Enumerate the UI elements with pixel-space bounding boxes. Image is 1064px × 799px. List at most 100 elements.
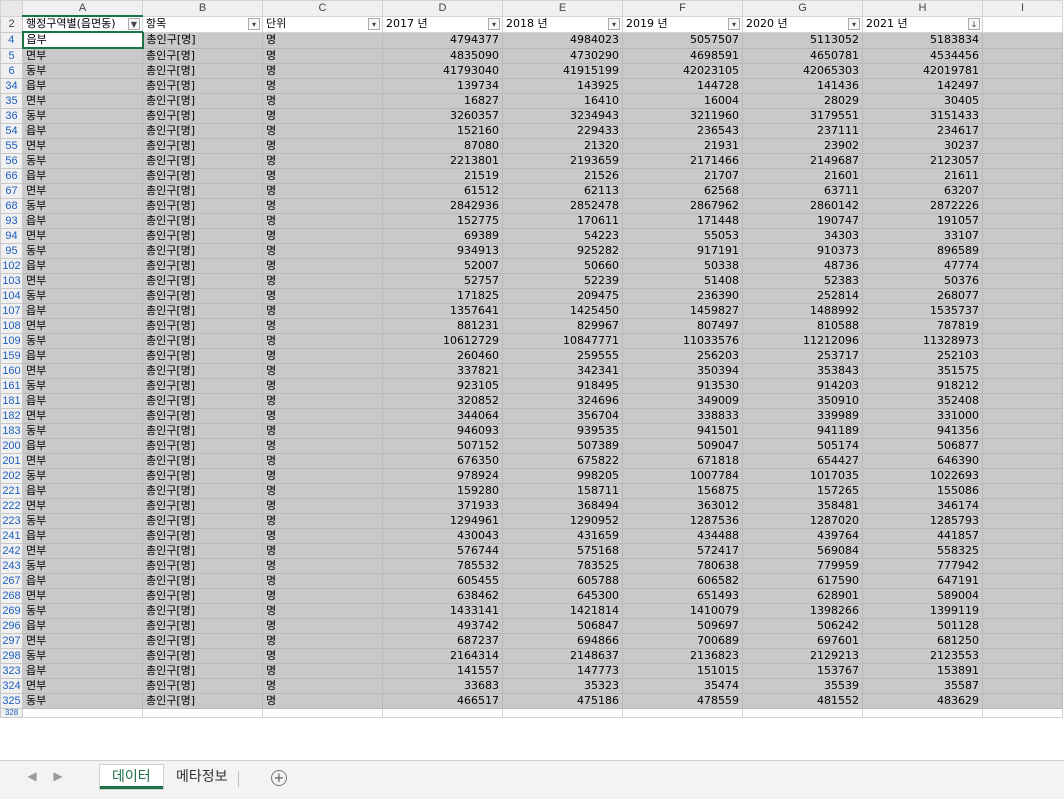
- data-cell[interactable]: 156875: [622, 483, 743, 499]
- tab-metadata[interactable]: 메타정보: [164, 765, 240, 789]
- empty-cell[interactable]: [982, 78, 1063, 94]
- data-cell[interactable]: 941356: [862, 423, 983, 439]
- data-cell[interactable]: 면부: [22, 273, 143, 289]
- row-number[interactable]: 269: [0, 603, 23, 619]
- data-cell[interactable]: 941501: [622, 423, 743, 439]
- data-cell[interactable]: 505174: [742, 438, 863, 454]
- data-cell[interactable]: 923105: [382, 378, 503, 394]
- data-cell[interactable]: 총인구[명]: [142, 228, 263, 244]
- data-cell[interactable]: 명: [262, 348, 383, 364]
- data-cell[interactable]: 명: [262, 213, 383, 229]
- header-cell[interactable]: 항목 ▾: [142, 15, 263, 33]
- data-cell[interactable]: 229433: [502, 123, 623, 139]
- data-cell[interactable]: 687237: [382, 633, 503, 649]
- data-cell[interactable]: 21611: [862, 168, 983, 184]
- row-number[interactable]: 109: [0, 333, 23, 349]
- empty-cell[interactable]: [982, 318, 1063, 334]
- data-cell[interactable]: 998205: [502, 468, 623, 484]
- row-number[interactable]: 243: [0, 558, 23, 574]
- data-cell[interactable]: 50338: [622, 258, 743, 274]
- data-cell[interactable]: 925282: [502, 243, 623, 259]
- row-number[interactable]: 35: [0, 93, 23, 109]
- data-cell[interactable]: 명: [262, 138, 383, 154]
- data-cell[interactable]: 252103: [862, 348, 983, 364]
- data-cell[interactable]: 153767: [742, 663, 863, 679]
- data-cell[interactable]: 910373: [742, 243, 863, 259]
- data-cell[interactable]: 동부: [22, 468, 143, 484]
- row-number[interactable]: 54: [0, 123, 23, 139]
- row-number[interactable]: 4: [0, 31, 23, 49]
- empty-cell[interactable]: [982, 483, 1063, 499]
- data-cell[interactable]: 동부: [22, 288, 143, 304]
- data-cell[interactable]: 총인구[명]: [142, 138, 263, 154]
- filter-dropdown-icon[interactable]: ▾: [848, 17, 860, 30]
- data-cell[interactable]: 총인구[명]: [142, 678, 263, 694]
- empty-cell[interactable]: [982, 138, 1063, 154]
- data-cell[interactable]: 914203: [742, 378, 863, 394]
- empty-cell[interactable]: [982, 93, 1063, 109]
- data-cell[interactable]: 779959: [742, 558, 863, 574]
- data-cell[interactable]: 1459827: [622, 303, 743, 319]
- data-cell[interactable]: 350394: [622, 363, 743, 379]
- data-cell[interactable]: 52007: [382, 258, 503, 274]
- data-cell[interactable]: 총인구[명]: [142, 47, 263, 64]
- data-cell[interactable]: 면부: [22, 183, 143, 199]
- data-cell[interactable]: 명: [262, 168, 383, 184]
- data-cell[interactable]: 30237: [862, 138, 983, 154]
- data-cell[interactable]: 명: [262, 543, 383, 559]
- data-cell[interactable]: 675822: [502, 453, 623, 469]
- data-cell[interactable]: 139734: [382, 78, 503, 94]
- row-number[interactable]: 267: [0, 573, 23, 589]
- data-cell[interactable]: 35474: [622, 678, 743, 694]
- data-cell[interactable]: 237111: [742, 123, 863, 139]
- data-cell[interactable]: 면부: [22, 678, 143, 694]
- row-number[interactable]: 328: [0, 708, 23, 718]
- data-cell[interactable]: 777942: [862, 558, 983, 574]
- data-cell[interactable]: 829967: [502, 318, 623, 334]
- row-number[interactable]: 221: [0, 483, 23, 499]
- data-cell[interactable]: 명: [262, 333, 383, 349]
- data-cell[interactable]: 62568: [622, 183, 743, 199]
- data-cell[interactable]: 명: [262, 47, 383, 64]
- data-cell[interactable]: 881231: [382, 318, 503, 334]
- data-cell[interactable]: 명: [262, 633, 383, 649]
- data-cell[interactable]: 1287536: [622, 513, 743, 529]
- data-cell[interactable]: 441857: [862, 528, 983, 544]
- data-cell[interactable]: 918495: [502, 378, 623, 394]
- data-cell[interactable]: 430043: [382, 528, 503, 544]
- column-header-h[interactable]: H: [862, 0, 983, 17]
- data-cell[interactable]: 143925: [502, 78, 623, 94]
- row-number[interactable]: 222: [0, 498, 23, 514]
- data-cell[interactable]: 총인구[명]: [142, 31, 263, 49]
- empty-cell[interactable]: [982, 708, 1063, 718]
- row-number[interactable]: 102: [0, 258, 23, 274]
- data-cell[interactable]: 939535: [502, 423, 623, 439]
- empty-cell[interactable]: [382, 708, 503, 718]
- sheet-table[interactable]: ABCDEFGHI 2 행정구역별(읍면동) ▼ 항목 ▾ 단위 ▾ 2017 년 ▾ 2018 …: [0, 0, 1063, 718]
- data-cell[interactable]: 총인구[명]: [142, 513, 263, 529]
- empty-cell[interactable]: [982, 663, 1063, 679]
- empty-cell[interactable]: [502, 708, 623, 718]
- data-cell[interactable]: 371933: [382, 498, 503, 514]
- empty-cell[interactable]: [982, 123, 1063, 139]
- data-cell[interactable]: 48736: [742, 258, 863, 274]
- data-cell[interactable]: 총인구[명]: [142, 288, 263, 304]
- row-number[interactable]: 182: [0, 408, 23, 424]
- data-cell[interactable]: 52757: [382, 273, 503, 289]
- row-number[interactable]: 325: [0, 693, 23, 709]
- row-number[interactable]: 67: [0, 183, 23, 199]
- data-cell[interactable]: 명: [262, 513, 383, 529]
- empty-cell[interactable]: [982, 348, 1063, 364]
- data-cell[interactable]: 동부: [22, 423, 143, 439]
- data-cell[interactable]: 2123057: [862, 153, 983, 169]
- data-cell[interactable]: 50660: [502, 258, 623, 274]
- data-cell[interactable]: 읍부: [22, 213, 143, 229]
- data-cell[interactable]: 810588: [742, 318, 863, 334]
- data-cell[interactable]: 35587: [862, 678, 983, 694]
- data-cell[interactable]: 481552: [742, 693, 863, 709]
- data-cell[interactable]: 면부: [22, 318, 143, 334]
- data-cell[interactable]: 2164314: [382, 648, 503, 664]
- data-cell[interactable]: 읍부: [22, 348, 143, 364]
- data-cell[interactable]: 337821: [382, 363, 503, 379]
- column-header-c[interactable]: C: [262, 0, 383, 17]
